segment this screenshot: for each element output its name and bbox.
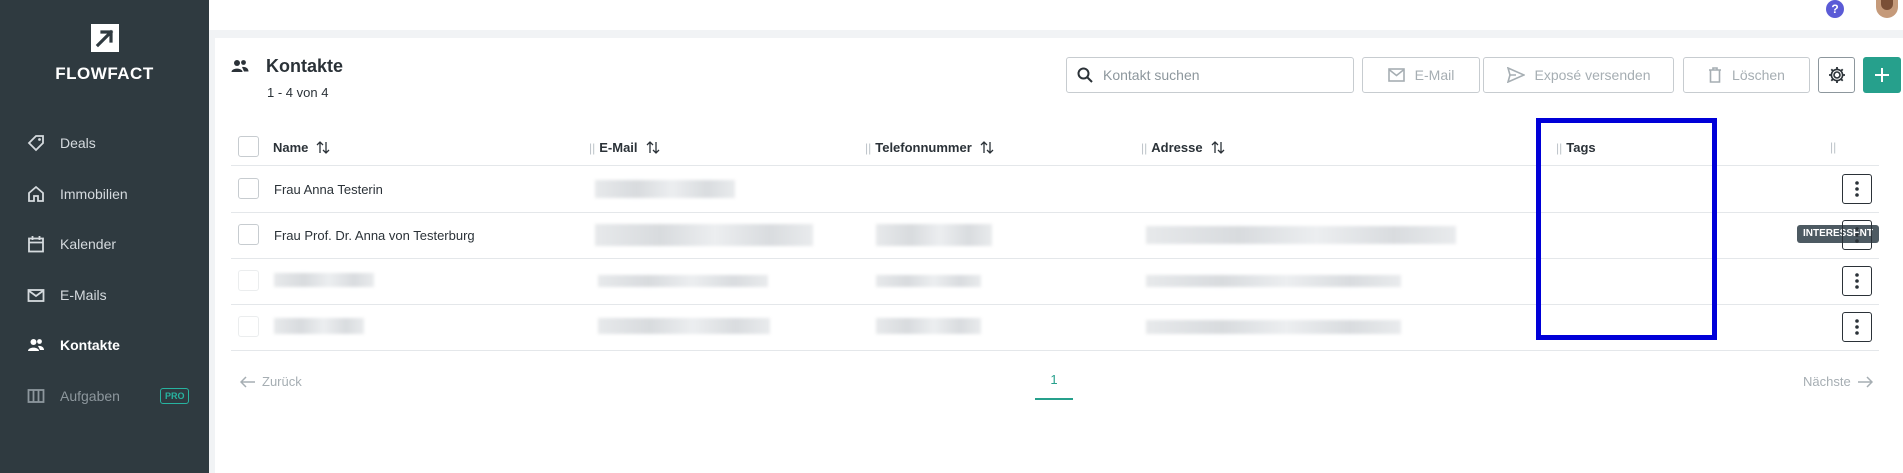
pagination-prev[interactable]: Zurück [240, 374, 302, 389]
pro-badge: PRO [159, 387, 190, 404]
arrow-left-icon [240, 375, 255, 388]
row-actions-button[interactable] [1842, 266, 1872, 296]
column-resize-handle[interactable]: || [865, 141, 871, 155]
search-icon [1077, 67, 1093, 83]
redacted-name [274, 273, 374, 287]
mail-icon [1387, 68, 1405, 82]
column-label: Telefonnummer [875, 140, 972, 155]
tasks-icon [26, 386, 46, 406]
column-settings-button[interactable] [1818, 57, 1855, 93]
email-button[interactable]: E-Mail [1362, 57, 1480, 93]
column-resize-handle[interactable]: || [589, 141, 595, 155]
logo-arrow-icon [90, 24, 119, 52]
redacted-email [595, 180, 735, 198]
more-vertical-icon [1855, 181, 1859, 197]
sidebar-item-deals[interactable]: Deals [0, 118, 209, 169]
column-resize-handle[interactable]: || [1830, 140, 1836, 154]
pagination-page-current[interactable]: 1 [1035, 372, 1073, 400]
redacted-address [1146, 226, 1456, 244]
sidebar-nav: Deals Immobilien Kalender E-Mails Kontak… [0, 118, 209, 421]
contact-name[interactable]: Frau Prof. Dr. Anna von Testerburg [274, 228, 475, 243]
sort-icon[interactable] [980, 141, 994, 154]
redacted-phone [876, 318, 981, 334]
contacts-title-icon [231, 60, 249, 72]
redacted-email [598, 318, 770, 334]
row-actions-button[interactable] [1842, 174, 1872, 204]
sidebar-item-emails[interactable]: E-Mails [0, 270, 209, 321]
email-button-label: E-Mail [1414, 67, 1455, 83]
redacted-address [1146, 275, 1401, 287]
column-header-email[interactable]: || E-Mail [589, 140, 660, 155]
more-vertical-icon [1855, 227, 1859, 243]
send-expose-button[interactable]: Exposé versenden [1483, 57, 1674, 93]
sort-icon[interactable] [316, 141, 330, 154]
home-icon [26, 184, 46, 204]
send-icon [1506, 67, 1525, 83]
sidebar-item-aufgaben[interactable]: Aufgaben PRO [0, 371, 209, 422]
column-header-actions: || [1830, 140, 1840, 154]
redacted-email [598, 275, 768, 287]
sidebar-item-kontakte[interactable]: Kontakte [0, 320, 209, 371]
sidebar-item-label: Kontakte [60, 337, 120, 354]
column-label: E-Mail [599, 140, 638, 155]
top-bar [209, 0, 1903, 30]
sidebar-item-immobilien[interactable]: Immobilien [0, 169, 209, 220]
search-input[interactable] [1103, 67, 1343, 83]
column-header-name[interactable]: Name [273, 140, 330, 155]
sidebar-item-label: Kalender [60, 236, 117, 253]
sidebar-item-label: Immobilien [60, 185, 128, 202]
column-label: Name [273, 140, 309, 155]
pagination-next[interactable]: Nächste [1803, 374, 1873, 389]
contacts-icon [26, 335, 46, 355]
sidebar: FLOWFACT Deals Immobilien Kalender E-Mai… [0, 0, 209, 473]
row-checkbox[interactable] [238, 178, 259, 199]
row-actions-button[interactable] [1842, 220, 1872, 250]
tag-icon [26, 133, 46, 153]
column-header-phone[interactable]: || Telefonnummer [865, 140, 994, 155]
sort-icon[interactable] [646, 141, 660, 154]
sidebar-item-label: Aufgaben [60, 387, 120, 404]
tags-column-highlight [1536, 118, 1717, 340]
select-all-checkbox[interactable] [238, 136, 259, 157]
sidebar-item-label: Deals [60, 135, 96, 152]
contact-name[interactable]: Frau Anna Testerin [274, 182, 383, 197]
row-checkbox[interactable] [238, 224, 259, 245]
search-box[interactable] [1066, 57, 1354, 93]
row-checkbox[interactable] [238, 316, 259, 337]
add-contact-button[interactable] [1863, 57, 1901, 93]
send-expose-label: Exposé versenden [1534, 67, 1651, 83]
brand-logo[interactable]: FLOWFACT [0, 24, 209, 84]
redacted-email [595, 224, 813, 246]
trash-icon [1708, 67, 1722, 83]
redacted-phone [876, 224, 992, 246]
result-count: 1 - 4 von 4 [267, 85, 329, 100]
pagination-next-label: Nächste [1803, 374, 1851, 389]
arrow-right-icon [1857, 375, 1873, 388]
pagination-prev-label: Zurück [262, 374, 302, 389]
plus-icon [1875, 68, 1889, 82]
column-header-address[interactable]: || Adresse [1141, 140, 1225, 155]
sidebar-item-kalender[interactable]: Kalender [0, 219, 209, 270]
redacted-phone [876, 275, 981, 287]
calendar-icon [26, 234, 46, 254]
more-vertical-icon [1855, 319, 1859, 335]
column-resize-handle[interactable]: || [1141, 141, 1147, 155]
row-actions-button[interactable] [1842, 312, 1872, 342]
delete-button[interactable]: Löschen [1683, 57, 1810, 93]
column-label: Adresse [1151, 140, 1203, 155]
delete-button-label: Löschen [1732, 67, 1785, 83]
sort-icon[interactable] [1211, 141, 1225, 154]
mail-icon [26, 285, 46, 305]
help-icon[interactable]: ? [1826, 0, 1844, 18]
brand-name: FLOWFACT [55, 64, 154, 83]
sidebar-item-label: E-Mails [60, 286, 107, 303]
redacted-name [274, 318, 364, 334]
row-checkbox[interactable] [238, 270, 259, 291]
gear-icon [1828, 67, 1845, 83]
more-vertical-icon [1855, 273, 1859, 289]
page-title: Kontakte [266, 56, 344, 76]
redacted-address [1146, 320, 1401, 334]
